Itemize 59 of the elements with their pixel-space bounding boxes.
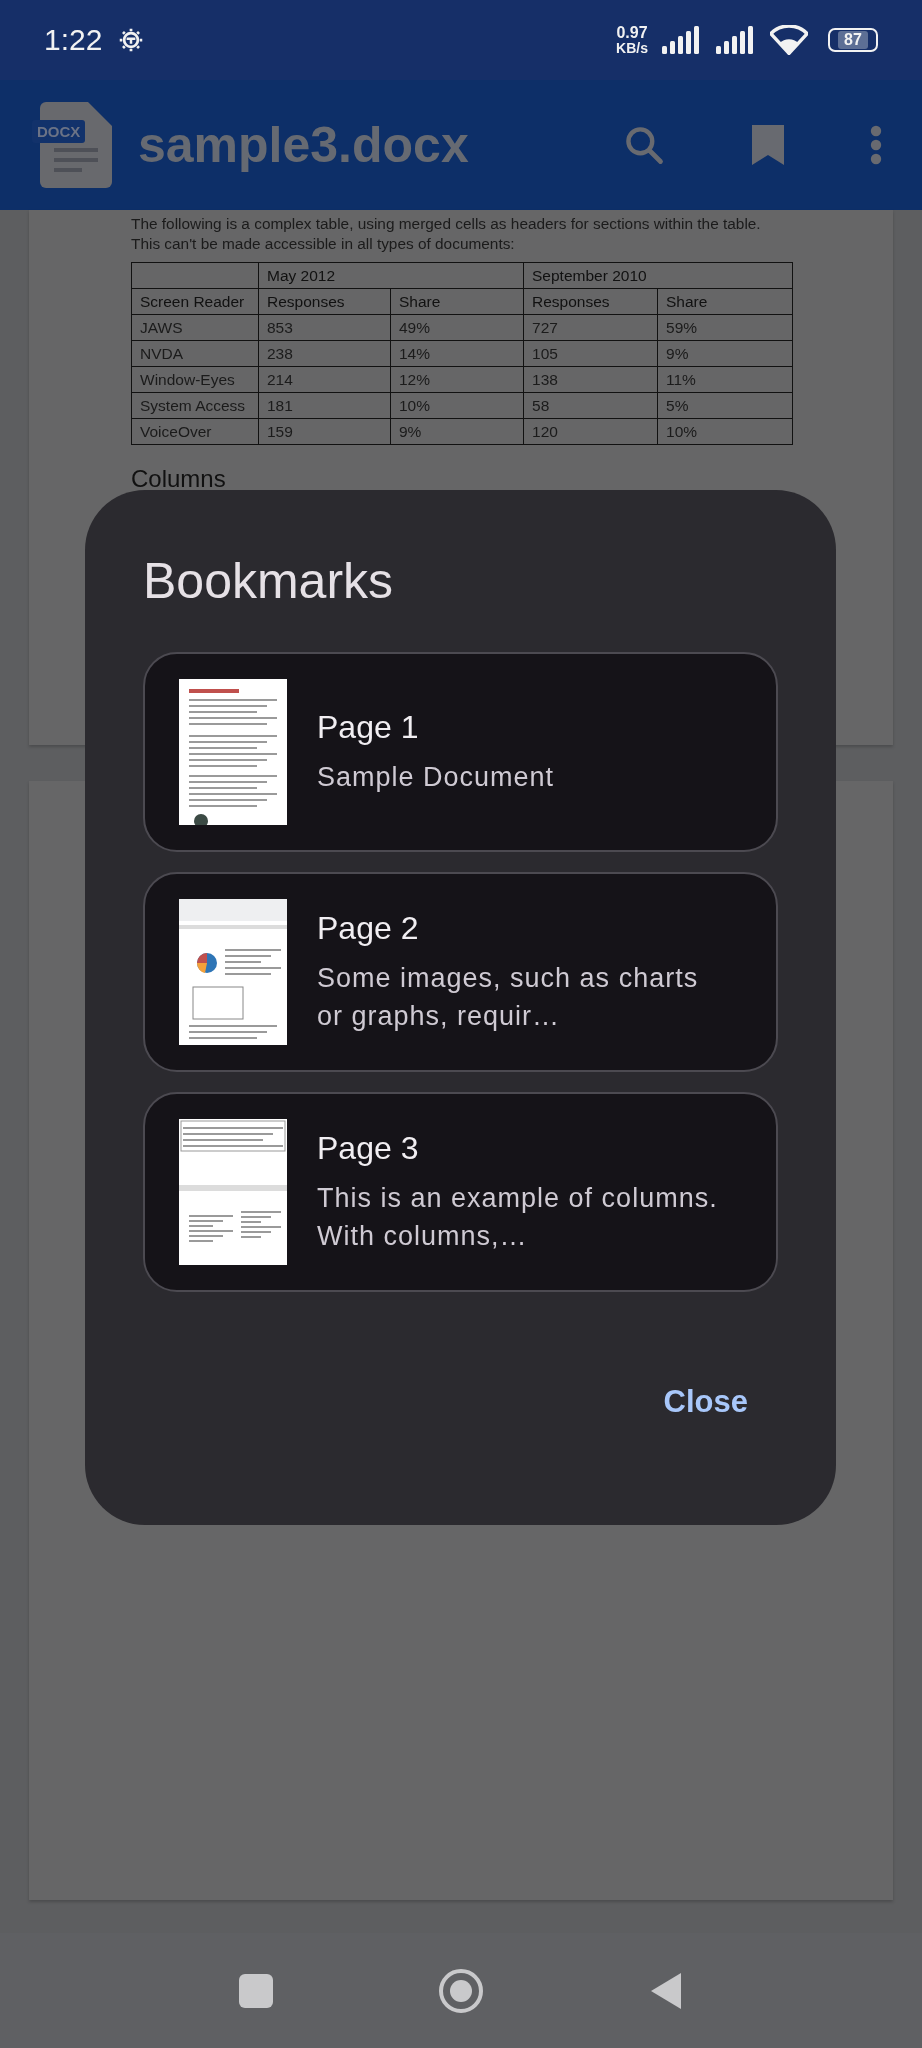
clock-time: 1:22 — [44, 23, 103, 57]
table-cell: 105 — [523, 340, 658, 367]
table-cell: System Access — [131, 392, 259, 419]
table-cell: 10% — [657, 418, 793, 445]
table-cell: 58 — [523, 392, 658, 419]
bookmark-snippet: Some images, such as charts or graphs, requir… — [317, 961, 700, 1033]
table-header-cell: Responses — [523, 288, 658, 315]
table-cell: 11% — [657, 366, 793, 393]
bookmark-title: Page 2 — [317, 909, 420, 947]
close-button[interactable]: Close — [655, 1376, 756, 1428]
dialog-title: Bookmarks — [143, 552, 395, 610]
table-cell: VoiceOver — [131, 418, 259, 445]
bookmark-title: Page 1 — [317, 708, 420, 746]
network-speed-unit: KB/s — [616, 41, 648, 55]
table-cell: Window-Eyes — [131, 366, 259, 393]
paragraph: The following is a complex table, using merged cells as headers for sections within the table. This can't be made accessible in all types of documents: — [131, 214, 762, 254]
network-speed: 0.97 — [616, 25, 648, 41]
table-header-cell: Responses — [258, 288, 391, 315]
signal-icon — [716, 26, 756, 54]
home-icon[interactable] — [438, 1967, 484, 2014]
wifi-icon — [770, 25, 808, 55]
table-cell: 138 — [523, 366, 658, 393]
table-cell: 159 — [258, 418, 391, 445]
table-header-cell: Share — [390, 288, 524, 315]
table-cell: 14% — [390, 340, 524, 367]
recents-icon[interactable] — [239, 1973, 273, 2008]
table-cell: 12% — [390, 366, 524, 393]
table-header-cell: May 2012 — [258, 262, 524, 289]
bookmark-button[interactable] — [750, 123, 786, 167]
table-cell: 5% — [657, 392, 793, 419]
bookmark-snippet: This is an example of columns. With columns,… — [317, 1181, 719, 1253]
file-type-badge: DOCX — [32, 120, 86, 143]
table-cell: 120 — [523, 418, 658, 445]
table-cell: 9% — [390, 418, 524, 445]
more-options-button[interactable] — [870, 123, 882, 167]
table-cell: 9% — [657, 340, 793, 367]
table-cell: 238 — [258, 340, 391, 367]
table-cell: JAWS — [131, 314, 259, 341]
battery-level: 87 — [838, 31, 868, 49]
bookmark-title: Page 3 — [317, 1129, 420, 1167]
table-cell: 853 — [258, 314, 391, 341]
table-cell: NVDA — [131, 340, 259, 367]
table-cell: 59% — [657, 314, 793, 341]
back-icon[interactable] — [649, 1970, 683, 2011]
document-title: sample3.docx — [138, 116, 470, 174]
bookmark-snippet: Sample Document — [317, 760, 555, 794]
table-cell: 214 — [258, 366, 391, 393]
table-header-cell: September 2010 — [523, 262, 793, 289]
signal-icon — [662, 26, 702, 54]
table-cell: 10% — [390, 392, 524, 419]
table-header-cell: Screen Reader — [131, 288, 259, 315]
table-header-cell: Share — [657, 288, 793, 315]
bookmark-item[interactable]: Page 1 Sample Document — [143, 652, 778, 852]
table-cell: 49% — [390, 314, 524, 341]
section-heading: Columns — [131, 465, 227, 493]
bookmark-item[interactable]: Page 2 Some images, such as charts or graphs, requir… — [143, 872, 778, 1072]
table-cell: 727 — [523, 314, 658, 341]
bookmark-item[interactable]: Page 3 This is an example of columns. With columns,… — [143, 1092, 778, 1292]
table-cell: 181 — [258, 392, 391, 419]
